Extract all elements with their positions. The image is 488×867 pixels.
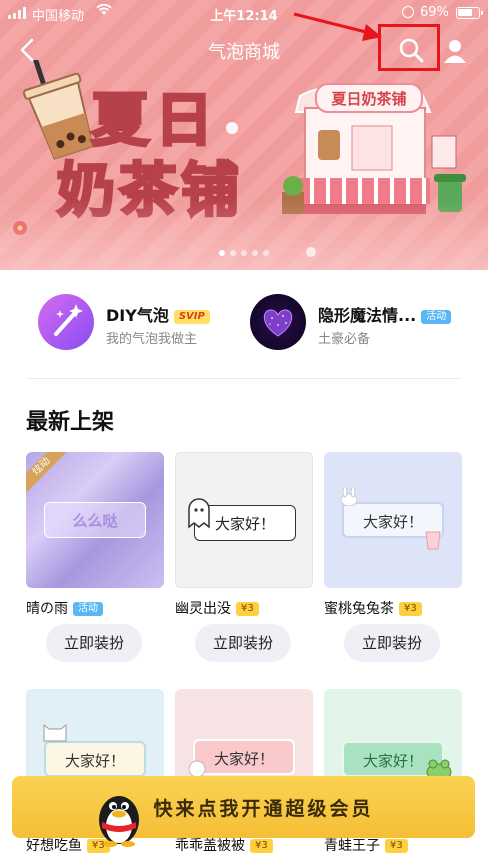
bubble-preview[interactable]: 炫动 么么哒 (26, 452, 164, 588)
price-badge: ¥3 (385, 839, 408, 853)
banner-illustration: 夏日奶茶铺 夏日 奶茶铺 (13, 60, 466, 257)
divider (26, 378, 462, 379)
promo-text: 快来点我开通超级会员 (153, 798, 374, 820)
corner-badge: 炫动 (26, 452, 66, 492)
event-badge: 活动 (73, 602, 103, 616)
banner[interactable]: 中国移动 上午12:14 69% 夏日奶茶铺 夏日 奶茶铺 气泡商城 (0, 0, 488, 270)
price-badge: ¥3 (236, 602, 259, 616)
svip-badge: SVIP (173, 310, 210, 324)
shop-sign-text: 夏日奶茶铺 (330, 90, 406, 108)
banner-title-line1: 夏日 (91, 86, 219, 154)
feature-title: DIY气泡 (106, 306, 169, 325)
banner-pager[interactable] (0, 250, 488, 256)
annotation-highlight-box (378, 24, 440, 71)
bubble-preview[interactable]: 大家好！ (324, 452, 462, 588)
pager-dot[interactable] (263, 250, 269, 256)
status-bar: 中国移动 上午12:14 69% (0, 0, 488, 26)
apply-button[interactable]: 立即装扮 (195, 624, 291, 662)
feature-row: DIY气泡 SVIP 我的气泡我做主 隐形魔法情... 活动 土豪必备 (0, 270, 488, 378)
ghost-icon (188, 498, 210, 529)
apply-button[interactable]: 立即装扮 (46, 624, 142, 662)
status-time: 上午12:14 (210, 9, 278, 24)
bunny-icon (340, 488, 358, 506)
pager-dot[interactable] (241, 250, 247, 256)
card-title: 好想吃鱼 (26, 838, 82, 854)
vip-promo-banner[interactable]: 快来点我开通超级会员 (12, 776, 475, 847)
event-badge: 活动 (421, 310, 452, 324)
orientation-lock-icon (402, 6, 414, 18)
apply-button[interactable]: 立即装扮 (344, 624, 440, 662)
heart-icon (250, 294, 306, 350)
pager-dot[interactable] (230, 250, 236, 256)
cat-icon (43, 723, 67, 742)
section-title: 最新上架 (26, 410, 115, 435)
feature-title: 隐形魔法情... (318, 306, 417, 325)
price-badge: ¥3 (399, 602, 422, 616)
bubble-sample-text: 大家好！ (44, 741, 146, 777)
user-icon (444, 40, 466, 63)
card-title: 晴の雨 (26, 601, 68, 617)
feature-subtitle: 土豪必备 (318, 332, 371, 347)
card-title: 乖乖盖被被 (175, 838, 245, 854)
profile-button[interactable] (440, 36, 470, 66)
pager-dot[interactable] (219, 250, 225, 256)
card-title: 蜜桃兔兔茶 (324, 601, 394, 617)
bubble-sample-text: 么么哒 (44, 502, 146, 538)
peach-tea-icon (425, 531, 441, 550)
battery-icon (456, 7, 483, 19)
price-badge: ¥3 (250, 839, 273, 853)
pager-dot[interactable] (252, 250, 258, 256)
battery-percent: 69% (420, 5, 449, 20)
card-title: 青蛙王子 (324, 838, 380, 854)
card-title: 幽灵出没 (175, 601, 231, 617)
bubble-preview[interactable]: 大家好！ (175, 452, 313, 588)
feature-subtitle: 我的气泡我做主 (106, 332, 198, 347)
magic-wand-icon (38, 294, 94, 350)
banner-title-line2: 奶茶铺 (57, 156, 243, 224)
